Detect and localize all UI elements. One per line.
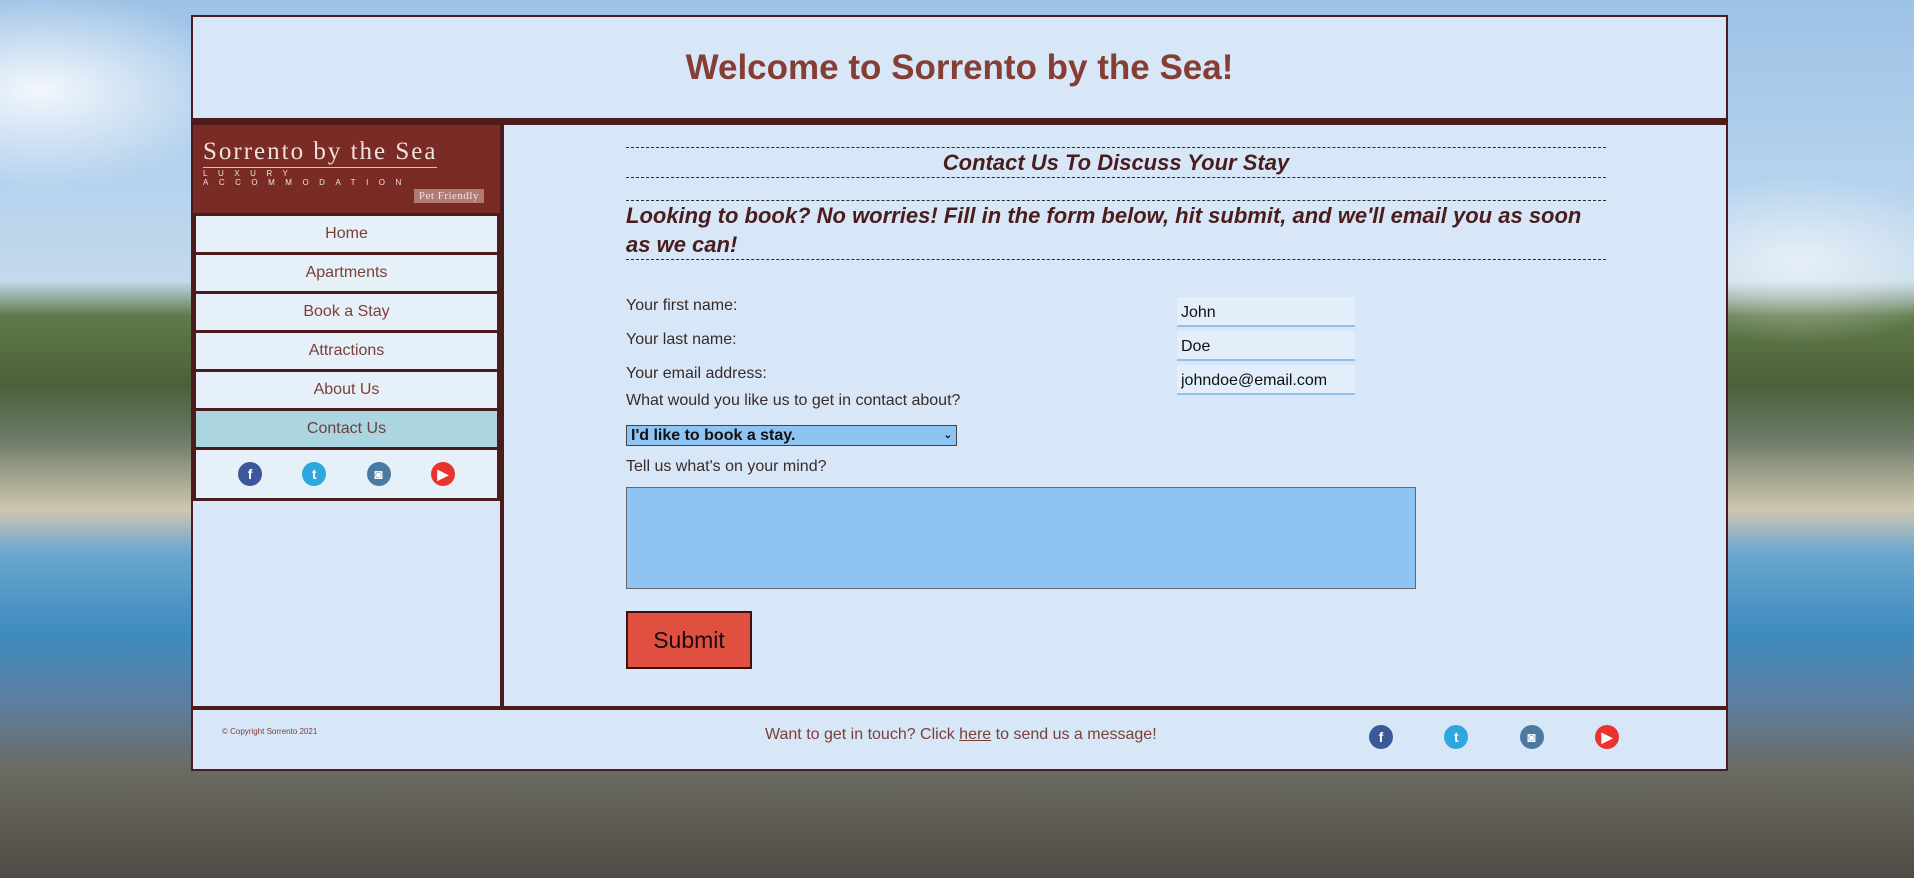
- instagram-icon[interactable]: ◙: [366, 462, 391, 486]
- last-name-label: Your last name:: [626, 331, 737, 348]
- message-label: Tell us what's on your mind?: [626, 458, 827, 475]
- youtube-icon[interactable]: ▶: [1594, 725, 1619, 749]
- youtube-icon[interactable]: ▶: [430, 462, 455, 486]
- twitter-icon[interactable]: t: [302, 462, 327, 486]
- nav-item-apartments[interactable]: Apartments: [193, 255, 500, 294]
- main-content: Contact Us To Discuss Your Stay Looking …: [504, 125, 1726, 706]
- topic-select[interactable]: I'd like to book a stay. ⌄: [626, 425, 957, 446]
- pet-friendly-badge: Pet Friendly: [413, 189, 484, 203]
- nav-item-about-us[interactable]: About Us: [193, 372, 500, 411]
- brand-tagline: LUXURY ACCOMMODATION: [203, 169, 412, 187]
- footer-message-post: to send us a message!: [991, 726, 1157, 743]
- page-title: Welcome to Sorrento by the Sea!: [685, 47, 1234, 87]
- nav-item-book-a-stay[interactable]: Book a Stay: [193, 294, 500, 333]
- submit-button[interactable]: Submit: [626, 611, 752, 669]
- topic-label: What would you like us to get in contact…: [626, 392, 961, 409]
- topic-select-value: I'd like to book a stay.: [631, 426, 796, 444]
- nav-item-attractions[interactable]: Attractions: [193, 333, 500, 372]
- brand-name: Sorrento by the Sea: [203, 138, 438, 168]
- first-name-label: Your first name:: [626, 297, 738, 314]
- intro-text: Looking to book? No worries! Fill in the…: [626, 200, 1606, 260]
- main-nav: Home Apartments Book a Stay Attractions …: [193, 213, 500, 450]
- footer-message: Want to get in touch? Click here to send…: [765, 726, 1157, 744]
- sidebar: Sorrento by the Sea LUXURY ACCOMMODATION…: [193, 125, 504, 706]
- footer-message-pre: Want to get in touch? Click: [765, 726, 960, 743]
- facebook-icon[interactable]: f: [238, 462, 263, 486]
- instagram-icon[interactable]: ◙: [1519, 725, 1544, 749]
- twitter-icon[interactable]: t: [1444, 725, 1469, 749]
- brand-logo[interactable]: Sorrento by the Sea LUXURY ACCOMMODATION…: [193, 125, 500, 213]
- email-field[interactable]: [1177, 365, 1355, 395]
- nav-item-home[interactable]: Home: [193, 213, 500, 255]
- copyright-text: © Copyright Sorrento 2021: [222, 727, 318, 736]
- footer-contact-link[interactable]: here: [959, 726, 991, 743]
- last-name-field[interactable]: [1177, 331, 1355, 361]
- facebook-icon[interactable]: f: [1369, 725, 1393, 749]
- nav-item-contact-us[interactable]: Contact Us: [193, 411, 500, 450]
- site-footer: © Copyright Sorrento 2021 Want to get in…: [193, 706, 1726, 769]
- footer-social-links: f t ◙ ▶: [1369, 725, 1619, 749]
- section-title: Contact Us To Discuss Your Stay: [626, 147, 1606, 178]
- email-label: Your email address:: [626, 365, 767, 382]
- sidebar-social-links: f t ◙ ▶: [193, 450, 500, 501]
- first-name-field[interactable]: [1177, 297, 1355, 327]
- message-textarea[interactable]: [626, 487, 1416, 589]
- site-header: Welcome to Sorrento by the Sea!: [193, 17, 1726, 125]
- page-frame: Welcome to Sorrento by the Sea! Sorrento…: [191, 15, 1728, 771]
- chevron-down-icon: ⌄: [943, 430, 952, 441]
